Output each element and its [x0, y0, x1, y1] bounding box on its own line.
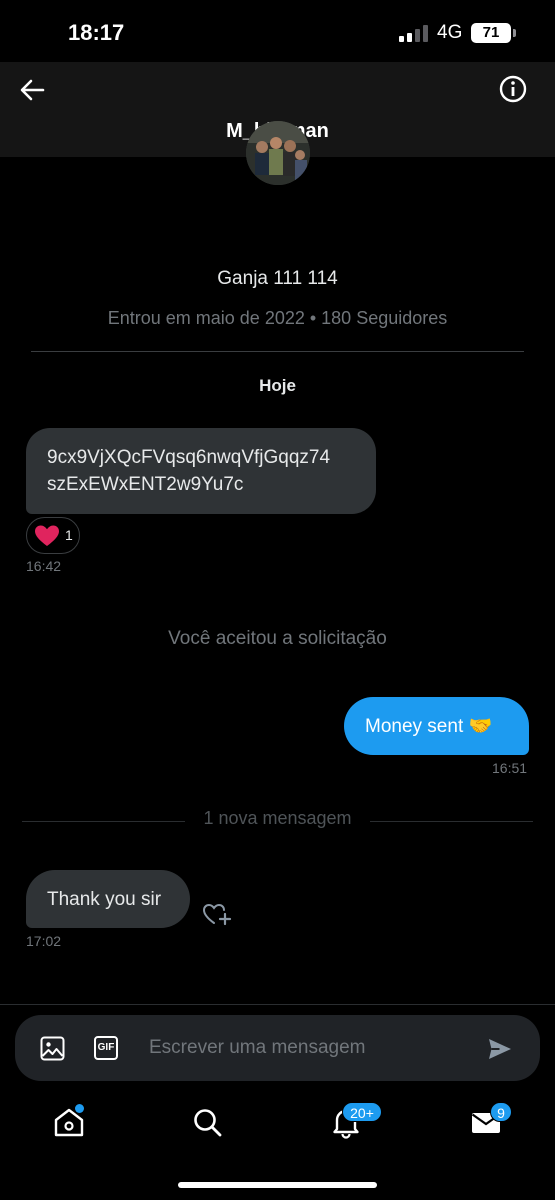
network-type: 4G: [437, 22, 463, 43]
add-reaction-icon[interactable]: [201, 898, 233, 928]
gif-icon[interactable]: GIF: [94, 1036, 118, 1060]
day-label: Hoje: [259, 376, 296, 395]
reaction-count: 1: [65, 527, 73, 543]
search-icon[interactable]: [190, 1105, 224, 1139]
home-indicator: [178, 1182, 377, 1188]
system-message: Você aceitou a solicitação: [168, 628, 387, 649]
signal-icon: [399, 24, 429, 42]
back-arrow-icon[interactable]: [18, 76, 46, 104]
gif-label: GIF: [97, 1042, 115, 1053]
message-timestamp: 16:42: [26, 558, 62, 574]
profile-name[interactable]: Ganja 111 114: [0, 268, 555, 290]
outgoing-message[interactable]: Money sent 🤝: [344, 697, 529, 755]
divider: [0, 1004, 555, 1005]
divider: [31, 351, 524, 352]
battery-tip: [513, 29, 516, 37]
message-timestamp: 17:02: [26, 933, 62, 949]
send-icon[interactable]: [487, 1036, 513, 1062]
divider: [370, 821, 533, 822]
profile-meta: Entrou em maio de 2022 • 180 Seguidores: [107, 308, 448, 328]
message-text-line: 9cx9VjXQcFVqsq6nwqVfjGqqz74: [47, 447, 331, 468]
status-bar: 18:17 4G 71: [0, 0, 555, 62]
notifications-badge: 20+: [342, 1102, 382, 1122]
heart-icon: [35, 525, 59, 546]
avatar[interactable]: [246, 121, 310, 185]
clock: 18:17: [68, 20, 125, 45]
battery-icon: 71: [471, 23, 511, 43]
new-messages-label: 1 nova mensagem: [203, 808, 352, 828]
messages-badge: 9: [490, 1102, 512, 1122]
incoming-message[interactable]: 9cx9VjXQcFVqsq6nwqVfjGqqz74 szExEWxENT2w…: [26, 428, 376, 514]
incoming-message[interactable]: Thank you sir: [26, 870, 190, 928]
reaction-badge[interactable]: 1: [26, 517, 80, 554]
info-icon[interactable]: [498, 74, 528, 104]
image-icon[interactable]: [40, 1036, 65, 1061]
message-text-line: szExEWxENT2w9Yu7c: [47, 474, 244, 495]
message-input[interactable]: Escrever uma mensagem: [149, 1037, 365, 1059]
message-timestamp: 16:51: [492, 760, 528, 776]
new-content-dot: [75, 1104, 84, 1113]
message-composer: GIF Escrever uma mensagem: [15, 1015, 540, 1081]
